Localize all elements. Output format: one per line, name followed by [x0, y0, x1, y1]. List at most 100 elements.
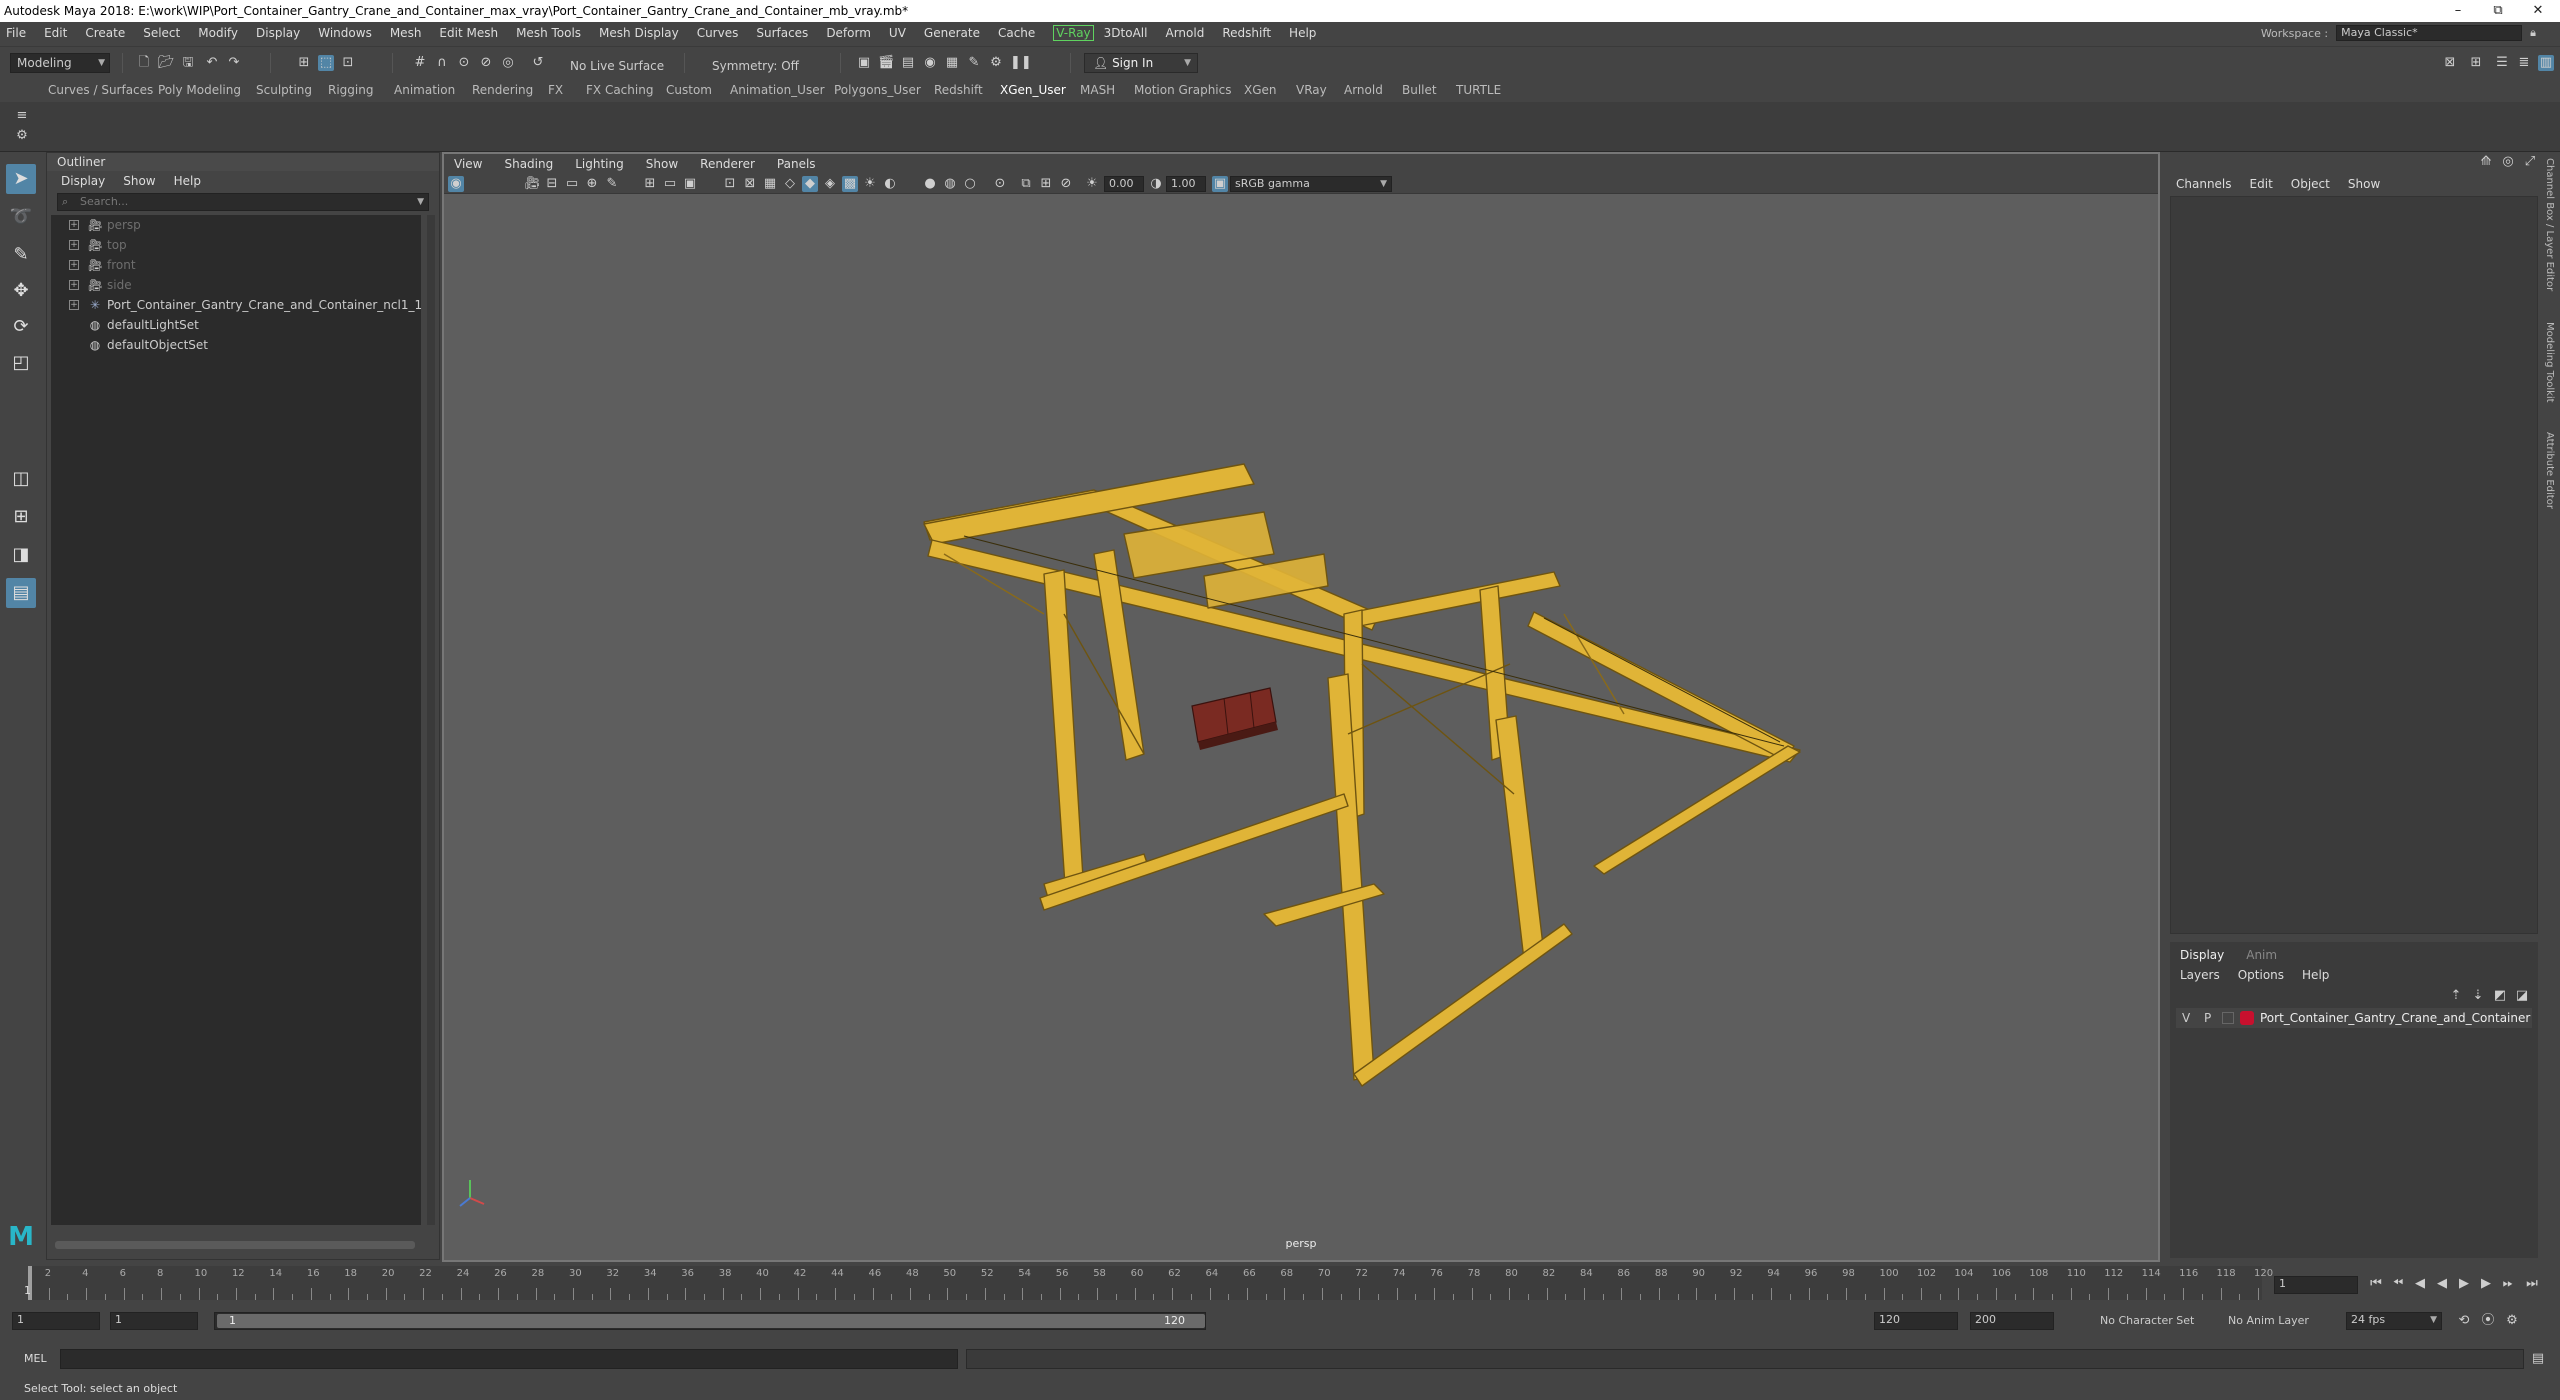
shelf-tab-redshift[interactable]: Redshift	[934, 83, 983, 97]
vray-settings-icon[interactable]: ⚙	[988, 55, 1004, 71]
side-by-side-layout-icon[interactable]: ◨	[6, 540, 36, 570]
ambient-occlusion-icon[interactable]: ●	[922, 176, 938, 192]
layer-display-type[interactable]	[2222, 1012, 2234, 1024]
outliner-item-side[interactable]: + 🎥︎ side	[51, 275, 421, 295]
script-editor-icon[interactable]: ▤	[2530, 1351, 2546, 1367]
snap-view-plane-icon[interactable]: ⊘	[478, 55, 494, 71]
key-settings-icon[interactable]: ⚙	[2504, 1313, 2520, 1329]
menu-modify[interactable]: Modify	[198, 26, 246, 40]
anim-layer-dropdown[interactable]: No Anim Layer	[2228, 1314, 2309, 1327]
redo-icon[interactable]: ↷	[226, 55, 242, 71]
backface-icon[interactable]: ⊘	[1058, 176, 1074, 192]
side-tab-channel-box[interactable]: Channel Box / Layer Editor	[2544, 158, 2555, 291]
four-view-layout-icon[interactable]: ⊞	[6, 502, 36, 532]
snap-grid-icon[interactable]: #	[412, 55, 428, 71]
shelf-tab-vray[interactable]: VRay	[1296, 83, 1327, 97]
tool-settings-icon[interactable]: ☰	[2494, 55, 2510, 71]
step-forward-frame-icon[interactable]: ▶︎	[2478, 1276, 2494, 1292]
menu-help[interactable]: Help	[1289, 26, 1324, 40]
layer-tab-anim[interactable]: Anim	[2246, 946, 2277, 964]
auto-key-icon[interactable]: ⦿	[2480, 1313, 2496, 1329]
xray-joints-icon[interactable]: ⊞	[1038, 176, 1054, 192]
snap-point-icon[interactable]: ⊙	[456, 55, 472, 71]
xray-icon[interactable]: ⧉	[1018, 176, 1034, 192]
play-forwards-icon[interactable]: ▶	[2456, 1276, 2472, 1292]
outliner-search-input[interactable]: ⌕ Search... ▼	[57, 193, 429, 211]
layer-tab-display[interactable]: Display	[2180, 946, 2224, 964]
menu-redshift[interactable]: Redshift	[1222, 26, 1279, 40]
grease-pencil-icon[interactable]: ✎	[604, 176, 620, 192]
shelf-tab-arnold[interactable]: Arnold	[1344, 83, 1383, 97]
snap-curve-icon[interactable]: ∩	[434, 55, 450, 71]
shelf-tab-animation[interactable]: Animation	[394, 83, 455, 97]
ipr-render-icon[interactable]: ▤	[900, 55, 916, 71]
render-settings-icon[interactable]: ◉	[922, 55, 938, 71]
menu-file[interactable]: File	[6, 26, 34, 40]
loop-icon[interactable]: ⟲	[2456, 1313, 2472, 1329]
shelf-settings-icon[interactable]: ⚙	[14, 128, 30, 144]
shelf-tab-fx-caching[interactable]: FX Caching	[586, 83, 653, 97]
save-scene-icon[interactable]: 🖫	[180, 55, 196, 71]
viewport-menu-renderer[interactable]: Renderer	[700, 154, 755, 174]
isolate-select-icon[interactable]: ⊙	[992, 176, 1008, 192]
outliner-horizontal-scrollbar[interactable]	[55, 1241, 415, 1249]
menu-create[interactable]: Create	[85, 26, 133, 40]
snap-surface-icon[interactable]: ◎	[500, 55, 516, 71]
menu-mesh-display[interactable]: Mesh Display	[599, 26, 687, 40]
expand-icon[interactable]: +	[69, 280, 79, 290]
channel-box-speed-icon[interactable]: ⤢	[2522, 154, 2538, 170]
hypershade-icon[interactable]: ▦	[944, 55, 960, 71]
viewport-menu-view[interactable]: View	[454, 154, 482, 174]
shipping-container-model[interactable]	[1191, 687, 1278, 750]
new-scene-icon[interactable]: 🗋	[136, 55, 152, 71]
color-management-icon[interactable]: ▣	[1212, 176, 1228, 192]
single-perspective-view-icon[interactable]: ◫	[6, 464, 36, 494]
command-input[interactable]	[60, 1349, 958, 1369]
viewport-menu-show[interactable]: Show	[646, 154, 678, 174]
shelf-tab-mash[interactable]: MASH	[1080, 83, 1115, 97]
safe-action-icon[interactable]: ⊡	[722, 176, 738, 192]
go-to-start-icon[interactable]: ⏮	[2368, 1276, 2384, 1292]
move-tool-icon[interactable]: ✥	[6, 276, 36, 306]
outliner-item-default-object-set[interactable]: ◍ defaultObjectSet	[51, 335, 421, 355]
shelf-tab-polygons-user[interactable]: Polygons_User	[834, 83, 921, 97]
expand-icon[interactable]: +	[69, 220, 79, 230]
pause-icon[interactable]: ❚❚	[1010, 55, 1032, 71]
shelf-tab-xgen[interactable]: XGen	[1244, 83, 1277, 97]
outliner-vertical-scrollbar[interactable]	[427, 215, 435, 1225]
channel-box-menu-channels[interactable]: Channels	[2176, 174, 2232, 194]
camera-attributes-icon[interactable]: 🎥︎	[524, 176, 541, 192]
layer-visibility-toggle[interactable]: V	[2182, 1008, 2190, 1028]
shelf-tab-fx[interactable]: FX	[548, 83, 563, 97]
rotate-tool-icon[interactable]: ⟳	[6, 312, 36, 342]
menu-deform[interactable]: Deform	[826, 26, 879, 40]
scene-canvas[interactable]	[444, 194, 2158, 1234]
attribute-editor-icon[interactable]: ⊞	[2468, 55, 2484, 71]
expand-icon[interactable]: +	[69, 300, 79, 310]
new-layer-from-selected-icon[interactable]: ◪	[2514, 988, 2530, 1004]
undo-icon[interactable]: ↶	[204, 55, 220, 71]
side-tab-modeling-toolkit[interactable]: Modeling Toolkit	[2544, 322, 2555, 403]
shelf-tab-turtle[interactable]: TURTLE	[1456, 83, 1501, 97]
menu-edit-mesh[interactable]: Edit Mesh	[439, 26, 506, 40]
shelf-tab-poly-modeling[interactable]: Poly Modeling	[158, 83, 241, 97]
range-track[interactable]: 1 120	[214, 1312, 1206, 1330]
layer-playback-toggle[interactable]: P	[2204, 1008, 2211, 1028]
viewport-panel[interactable]: View Shading Lighting Show Renderer Pane…	[442, 152, 2160, 1262]
anti-aliasing-icon[interactable]: ○	[962, 176, 978, 192]
layer-menu-help[interactable]: Help	[2302, 966, 2329, 984]
start-time-field[interactable]: 1	[12, 1312, 100, 1330]
shelf-tab-custom[interactable]: Custom	[666, 83, 712, 97]
chevron-down-icon[interactable]: ▼	[417, 194, 424, 210]
viewport-menu-lighting[interactable]: Lighting	[575, 154, 624, 174]
channel-box-menu-show[interactable]: Show	[2348, 174, 2380, 194]
minimize-button[interactable]: –	[2438, 0, 2478, 22]
select-tool-icon[interactable]: ➤	[6, 164, 36, 194]
menu-mesh-tools[interactable]: Mesh Tools	[516, 26, 589, 40]
gamma-field[interactable]: 1.00	[1166, 176, 1206, 192]
smooth-shade-icon[interactable]: ◆	[802, 176, 818, 192]
layer-color-swatch[interactable]	[2240, 1011, 2254, 1025]
close-button[interactable]: ✕	[2518, 0, 2558, 22]
shelf-tab-rigging[interactable]: Rigging	[328, 83, 373, 97]
select-camera-icon[interactable]: ◉	[448, 176, 464, 192]
